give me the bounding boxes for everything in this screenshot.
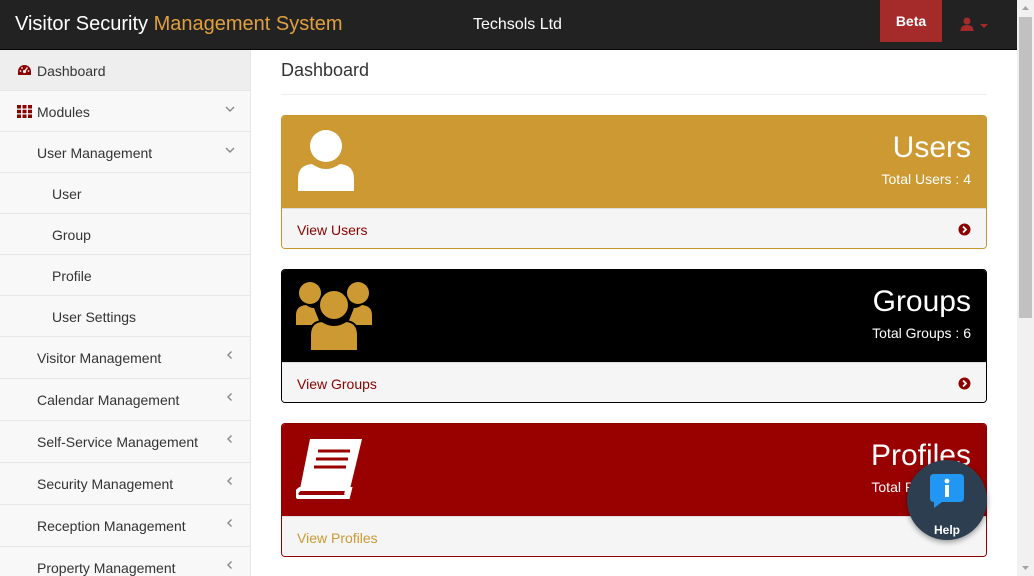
sidebar-item-label: User: [52, 186, 82, 202]
sidebar-item-modules[interactable]: Modules: [0, 91, 250, 132]
caret-down-icon: [980, 24, 988, 28]
help-button[interactable]: Help: [907, 460, 987, 540]
dashboard-icon: [18, 65, 31, 75]
user-menu-dropdown[interactable]: [960, 17, 990, 33]
grid-icon: [17, 105, 32, 118]
sidebar-item-label: Profile: [52, 268, 92, 284]
sidebar-item-user[interactable]: User: [0, 173, 250, 214]
user-icon: [298, 130, 354, 191]
page-title: Dashboard: [281, 60, 370, 80]
company-name: Techsols Ltd: [473, 16, 562, 33]
groups-panel-heading: Groups Total Groups : 6: [282, 270, 986, 362]
sidebar-item-label: Modules: [37, 104, 90, 120]
profiles-panel-heading: Profiles Total Profiles : 4: [282, 424, 986, 516]
view-groups-link[interactable]: View Groups: [282, 362, 986, 402]
sidebar-item-label: User Settings: [52, 309, 137, 325]
panel-link-label: View Groups: [297, 376, 377, 392]
view-profiles-link[interactable]: View Profiles: [282, 516, 986, 556]
view-users-link[interactable]: View Users: [282, 208, 986, 248]
sidebar-item-label: Group: [52, 227, 91, 243]
sidebar-item-security-management[interactable]: Security Management: [0, 463, 250, 505]
sidebar-item-group[interactable]: Group: [0, 214, 250, 255]
panel-link-label: View Users: [297, 222, 368, 238]
top-navbar: Visitor Security Management System Techs…: [0, 0, 1034, 50]
sidebar-item-visitor-management[interactable]: Visitor Management: [0, 337, 250, 379]
chevron-left-icon: [227, 393, 232, 401]
chevron-left-icon: [227, 477, 232, 485]
sidebar-item-label: Self-Service Management: [37, 434, 199, 450]
arrow-circle-right-icon: [958, 377, 971, 390]
sidebar-item-calendar-management[interactable]: Calendar Management: [0, 379, 250, 421]
beta-button[interactable]: Beta: [880, 0, 942, 42]
panel-title: Groups: [872, 285, 971, 318]
profiles-panel: Profiles Total Profiles : 4 View Profile…: [281, 423, 987, 557]
scrollbar-thumb[interactable]: [1019, 17, 1032, 318]
sidebar-item-self-service-management[interactable]: Self-Service Management: [0, 421, 250, 463]
sidebar-item-user-management[interactable]: User Management: [0, 132, 250, 173]
users-panel: Users Total Users : 4 View Users: [281, 115, 987, 249]
sidebar-item-profile[interactable]: Profile: [0, 255, 250, 296]
group-icon: [296, 282, 372, 351]
sidebar-item-label: Reception Management: [37, 518, 186, 534]
page-header: Dashboard: [281, 59, 987, 95]
sidebar-item-user-settings[interactable]: User Settings: [0, 296, 250, 337]
help-label: Help: [933, 523, 960, 537]
scroll-down-icon[interactable]: [1017, 559, 1034, 576]
info-icon: [930, 474, 964, 508]
user-icon: [960, 17, 988, 31]
chevron-down-icon: [225, 147, 235, 153]
panel-link-label: View Profiles: [297, 530, 378, 546]
groups-panel: Groups Total Groups : 6 View Groups: [281, 269, 987, 403]
brand-accent: Management System: [153, 13, 343, 35]
sidebar-item-label: User Management: [37, 145, 153, 161]
sidebar: Dashboard Modules User Management User G…: [0, 50, 251, 576]
sidebar-item-label: Security Management: [37, 476, 174, 492]
book-icon: [296, 439, 362, 499]
panel-title: Users: [892, 131, 971, 164]
arrow-circle-right-icon: [958, 223, 971, 236]
panel-count: Total Users : 4: [881, 171, 971, 187]
app-brand[interactable]: Visitor Security Management System: [15, 13, 343, 36]
vertical-scrollbar[interactable]: [1017, 0, 1034, 576]
sidebar-item-reception-management[interactable]: Reception Management: [0, 505, 250, 547]
chevron-left-icon: [227, 519, 232, 527]
chevron-down-icon: [225, 106, 235, 112]
sidebar-item-property-management[interactable]: Property Management: [0, 547, 250, 576]
sidebar-item-dashboard[interactable]: Dashboard: [0, 50, 250, 91]
chevron-left-icon: [227, 561, 232, 569]
sidebar-item-label: Visitor Management: [37, 350, 162, 366]
brand-main: Visitor Security: [15, 13, 149, 35]
chevron-left-icon: [227, 435, 232, 443]
sidebar-item-label: Calendar Management: [37, 392, 180, 408]
panel-count: Total Groups : 6: [872, 325, 971, 341]
sidebar-item-label: Property Management: [37, 560, 176, 576]
chevron-left-icon: [227, 351, 232, 359]
scroll-up-icon[interactable]: [1017, 0, 1034, 17]
users-panel-heading: Users Total Users : 4: [282, 116, 986, 208]
sidebar-item-label: Dashboard: [37, 63, 106, 79]
